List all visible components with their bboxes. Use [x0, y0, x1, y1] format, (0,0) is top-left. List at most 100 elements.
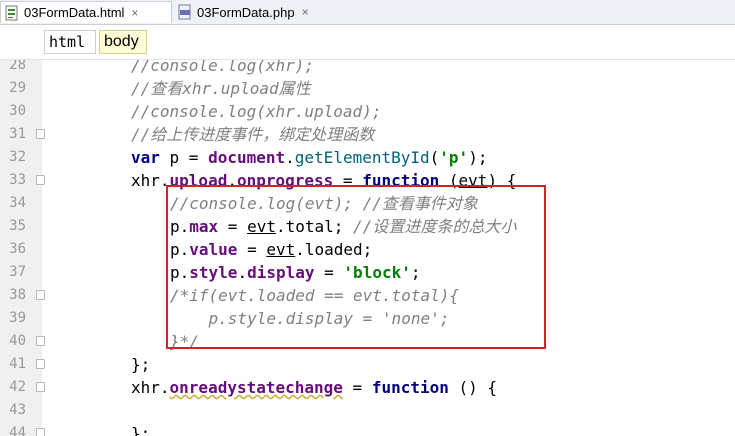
code-token: .loaded;: [295, 240, 373, 259]
tab-03formdata-html[interactable]: 03FormData.html ×: [0, 1, 172, 23]
line-number: 36: [9, 241, 26, 257]
fold-marker-icon[interactable]: [36, 290, 45, 300]
breadcrumb-item-body[interactable]: body: [99, 30, 147, 54]
line-number: 32: [9, 149, 26, 165]
line-number: 37: [9, 264, 26, 280]
code-token: .: [227, 171, 237, 190]
code-token: xhr.: [131, 171, 170, 190]
code-line[interactable]: 28 //console.log(xhr);: [0, 60, 735, 77]
code-text: };: [131, 353, 150, 376]
code-text: p.style.display = 'none';: [170, 307, 450, 330]
tab-03formdata-php[interactable]: 03FormData.php ×: [174, 1, 309, 23]
code-token: evt: [458, 171, 488, 190]
code-token: p.: [170, 263, 190, 282]
code-line[interactable]: 30 //console.log(xhr.upload);: [0, 100, 735, 123]
code-line[interactable]: 43: [0, 399, 735, 422]
code-token: ;: [410, 263, 421, 282]
code-token: onreadystatechange: [169, 378, 343, 397]
code-line[interactable]: 31 //给上传进度事件，绑定处理函数: [0, 123, 735, 146]
close-icon[interactable]: ×: [131, 6, 138, 20]
code-text: //console.log(xhr.upload);: [131, 100, 381, 123]
line-number: 34: [9, 195, 26, 211]
code-token: .total;: [275, 217, 354, 236]
line-number: 29: [9, 80, 26, 96]
code-line[interactable]: 37 p.style.display = 'block';: [0, 261, 735, 284]
line-number: 44: [9, 425, 26, 436]
line-number: 42: [9, 379, 26, 395]
code-token: .: [285, 148, 295, 167]
line-number: 35: [9, 218, 26, 234]
code-token: onprogress: [236, 171, 334, 190]
code-line[interactable]: 34 //console.log(evt); //查看事件对象: [0, 192, 735, 215]
line-number: 33: [9, 172, 26, 188]
code-text: //console.log(xhr);: [131, 60, 314, 77]
code-token: =: [333, 171, 363, 190]
code-token: value: [189, 240, 238, 259]
code-text: var p = document.getElementById('p');: [131, 146, 487, 169]
code-token: () {: [448, 378, 498, 397]
html-file-icon: [5, 5, 19, 21]
code-token: 'block': [343, 263, 411, 282]
code-token: }*/: [170, 332, 199, 351]
code-line[interactable]: 44};: [0, 422, 735, 436]
code-token: getElementById: [294, 148, 430, 167]
code-text: }*/: [170, 330, 199, 353]
code-token: =: [342, 378, 372, 397]
fold-marker-icon[interactable]: [36, 428, 45, 436]
code-token: ) {: [487, 171, 517, 190]
code-line[interactable]: 32 var p = document.getElementById('p');: [0, 146, 735, 169]
fold-marker-icon[interactable]: [36, 129, 45, 139]
code-text: //查看xhr.upload属性: [131, 77, 311, 100]
code-token: //console.log(evt); //查看事件对象: [170, 194, 478, 213]
code-token: display: [247, 263, 315, 282]
fold-marker-icon[interactable]: [36, 175, 45, 185]
close-icon[interactable]: ×: [302, 5, 309, 19]
code-token: function: [362, 171, 440, 190]
code-line[interactable]: 42 xhr.onreadystatechange = function () {: [0, 376, 735, 399]
code-token: (: [439, 171, 459, 190]
code-token: p =: [159, 148, 209, 167]
code-token: //设置进度条的总大小: [353, 217, 517, 236]
code-text: p.max = evt.total; //设置进度条的总大小: [170, 215, 516, 238]
code-line[interactable]: 36 p.value = evt.loaded;: [0, 238, 735, 261]
code-text: xhr.onreadystatechange = function () {: [131, 376, 497, 399]
code-line[interactable]: 40 }*/: [0, 330, 735, 353]
code-token: =: [218, 217, 248, 236]
code-line[interactable]: 41};: [0, 353, 735, 376]
code-token: evt: [247, 217, 276, 236]
line-number: 41: [9, 356, 26, 372]
code-token: /*if(evt.loaded == evt.total){: [170, 286, 459, 305]
line-number: 40: [9, 333, 26, 349]
editor-tab-bar: 03FormData.html × 03FormData.php ×: [0, 0, 735, 25]
code-token: max: [189, 217, 219, 236]
code-token: upload: [169, 171, 228, 190]
code-token: style: [189, 263, 238, 282]
code-token: p.: [170, 240, 190, 259]
code-text: /*if(evt.loaded == evt.total){: [170, 284, 459, 307]
fold-marker-icon[interactable]: [36, 359, 45, 369]
fold-marker-icon[interactable]: [36, 336, 45, 346]
code-line[interactable]: 29 //查看xhr.upload属性: [0, 77, 735, 100]
tab-label: 03FormData.php: [197, 4, 295, 20]
code-token: evt: [266, 240, 296, 259]
breadcrumb: html body: [0, 25, 735, 60]
code-token: function: [371, 378, 449, 397]
code-text: p.value = evt.loaded;: [170, 238, 372, 261]
code-token: //给上传进度事件，绑定处理函数: [131, 125, 375, 144]
line-number: 39: [9, 310, 26, 326]
code-line[interactable]: 39 p.style.display = 'none';: [0, 307, 735, 330]
breadcrumb-item-html[interactable]: html: [44, 30, 96, 54]
line-number: 38: [9, 287, 26, 303]
code-token: =: [314, 263, 344, 282]
code-line[interactable]: 35 p.max = evt.total; //设置进度条的总大小: [0, 215, 735, 238]
line-number: 30: [9, 103, 26, 119]
code-text: //给上传进度事件，绑定处理函数: [131, 123, 374, 146]
code-token: .: [237, 263, 248, 282]
code-line[interactable]: 33 xhr.upload.onprogress = function (evt)…: [0, 169, 735, 192]
fold-marker-icon[interactable]: [36, 382, 45, 392]
code-line[interactable]: 38 /*if(evt.loaded == evt.total){: [0, 284, 735, 307]
code-editor[interactable]: 28 //console.log(xhr); 29 //查看xhr.upload属性 3…: [0, 60, 735, 436]
code-token: //console.log(xhr);: [131, 60, 315, 75]
code-text: xhr.upload.onprogress = function (evt) {: [131, 169, 516, 192]
code-text: p.style.display = 'block';: [170, 261, 421, 284]
